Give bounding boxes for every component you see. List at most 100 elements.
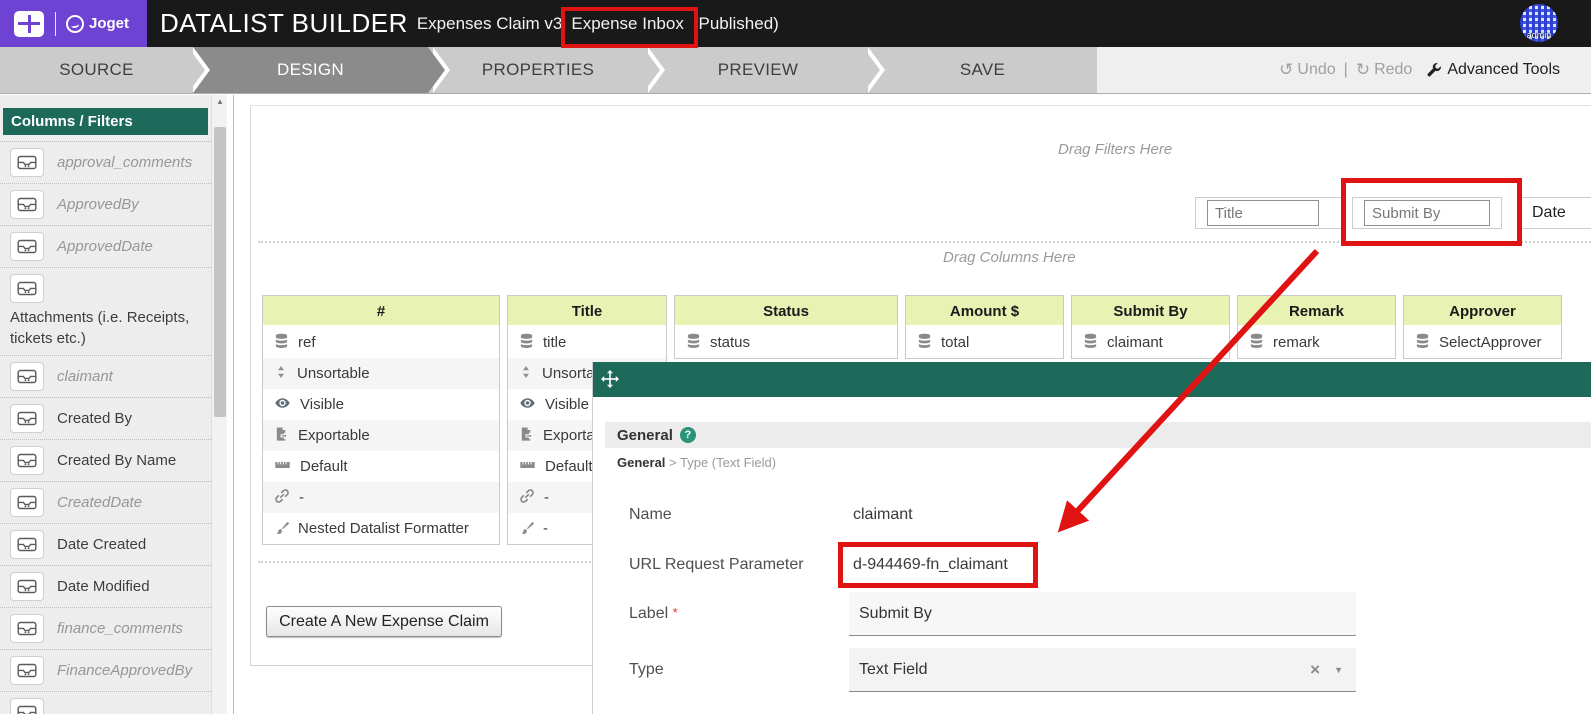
column-property-label: ref (298, 334, 316, 351)
sidebar-canvas-divider (233, 95, 234, 714)
column-property-row[interactable]: claimant (1072, 327, 1229, 358)
avatar[interactable]: admin (1520, 4, 1558, 42)
database-icon (274, 333, 289, 353)
undo-button[interactable]: ↺ Undo (1279, 60, 1336, 80)
column-property-row[interactable]: SelectApprover (1404, 327, 1561, 358)
database-icon (1249, 333, 1264, 353)
sidebar-item-attachments-i-e-receipts-tickets-etc[interactable]: Attachments (i.e. Receipts, tickets etc.… (0, 267, 211, 355)
sidebar-item-createddate[interactable]: CreatedDate (0, 481, 211, 523)
tab-design[interactable]: DESIGN (193, 47, 428, 93)
column-header[interactable]: Status (675, 296, 897, 327)
filter-input-title[interactable] (1207, 200, 1319, 226)
sidebar-item-approveddate[interactable]: ApprovedDate (0, 225, 211, 267)
filter-cell-title (1195, 197, 1342, 229)
undo-icon: ↺ (1279, 60, 1293, 80)
sidebar-scrollbar[interactable]: ▲ (211, 95, 227, 714)
app-grid-icon[interactable] (14, 11, 44, 37)
sidebar-item-label: finance_comments (57, 614, 183, 639)
move-icon[interactable] (601, 370, 619, 388)
column-header[interactable]: Amount $ (906, 296, 1063, 327)
ruler-icon (274, 457, 291, 477)
scroll-up-icon[interactable]: ▲ (212, 97, 228, 106)
column-property-row[interactable]: remark (1238, 327, 1395, 358)
link-icon (274, 488, 290, 508)
column-property-label: Default (300, 458, 348, 475)
column-property-row[interactable]: Nested Datalist Formatter (263, 513, 499, 544)
sidebar-item-approvedby[interactable]: ApprovedBy (0, 183, 211, 225)
breadcrumb-root: General (617, 455, 665, 470)
dialog-header[interactable] (593, 362, 1591, 397)
chevron-down-icon[interactable]: ▼ (1334, 665, 1343, 675)
sidebar-item-created-by-name[interactable]: Created By Name (0, 439, 211, 481)
sidebar-item-created-by[interactable]: Created By (0, 397, 211, 439)
sidebar-item-label: approval_comments (57, 148, 192, 173)
link-icon (519, 488, 535, 508)
column-property-row[interactable]: Visible (263, 389, 499, 420)
advanced-tools-label: Advanced Tools (1447, 61, 1560, 79)
column-property-label: - (299, 489, 304, 506)
help-icon[interactable]: ? (680, 427, 696, 443)
dialog-section-header: General ? (605, 422, 1591, 448)
sidebar-item-label: claimant (57, 362, 113, 387)
sidebar-item-date-created[interactable]: Date Created (0, 523, 211, 565)
drawer-icon (10, 572, 44, 601)
column-header[interactable]: # (263, 296, 499, 327)
wrench-icon (1426, 62, 1442, 78)
column-property-label: SelectApprover (1439, 334, 1542, 351)
name-field-label: Name (629, 506, 672, 524)
sidebar-item-finance-comments[interactable]: finance_comments (0, 607, 211, 649)
redo-button[interactable]: ↻ Redo (1356, 60, 1413, 80)
filter-input-submit-by[interactable] (1364, 200, 1490, 226)
redo-label: Redo (1374, 61, 1412, 79)
drawer-icon (10, 232, 44, 261)
drag-columns-hint: Drag Columns Here (943, 249, 1076, 266)
sidebar-item-label: Created By Name (57, 446, 176, 471)
label-input[interactable] (849, 592, 1356, 636)
column-property-row[interactable]: Exportable (263, 420, 499, 451)
database-icon (519, 333, 534, 353)
drawer-icon (10, 274, 44, 303)
url-param-label: URL Request Parameter (629, 556, 804, 574)
drawer-icon (10, 698, 44, 714)
sidebar-item-date-modified[interactable]: Date Modified (0, 565, 211, 607)
tab-preview[interactable]: PREVIEW (648, 47, 868, 93)
column-header[interactable]: Submit By (1072, 296, 1229, 327)
eye-icon (519, 395, 536, 415)
label-text: Label (629, 605, 668, 622)
column-property-row[interactable]: ref (263, 327, 499, 358)
column-property-row[interactable]: - (263, 482, 499, 513)
tab-save[interactable]: SAVE (868, 47, 1097, 93)
column-property-label: Visible (300, 396, 344, 413)
column-header[interactable]: Remark (1238, 296, 1395, 327)
datalist-builder-screen: Joget DATALIST BUILDER Expenses Claim v3… (0, 0, 1591, 714)
column-header[interactable]: Title (508, 296, 666, 327)
column-property-row[interactable]: Unsortable (263, 358, 499, 389)
advanced-tools-button[interactable]: Advanced Tools (1426, 61, 1560, 79)
app-center-block[interactable]: Joget (0, 0, 147, 47)
ruler-icon (519, 457, 536, 477)
create-new-expense-claim-button[interactable]: Create A New Expense Claim (266, 606, 502, 637)
drawer-icon (10, 404, 44, 433)
sidebar-item-financeapprovedby[interactable]: FinanceApprovedBy (0, 649, 211, 691)
database-icon (686, 333, 701, 353)
sidebar-item-approval-comments[interactable]: approval_comments (0, 141, 211, 183)
tab-properties[interactable]: PROPERTIES (428, 47, 648, 93)
column-property-row[interactable]: Default (263, 451, 499, 482)
column-property-row[interactable]: title (508, 327, 666, 358)
tab-source[interactable]: SOURCE (0, 47, 193, 93)
sidebar-item-partial[interactable] (0, 691, 211, 714)
scrollbar-thumb[interactable] (214, 127, 226, 417)
column-property-label: Exportable (298, 427, 370, 444)
type-select[interactable]: Text Field × ▼ (849, 648, 1356, 692)
column-property-label: Default (545, 458, 593, 475)
column-property-row[interactable]: status (675, 327, 897, 358)
column-header[interactable]: Approver (1404, 296, 1561, 327)
column-property-label: Visible (545, 396, 589, 413)
clear-icon[interactable]: × (1310, 660, 1320, 680)
column-card-approver: Approver SelectApprover (1403, 295, 1562, 359)
drawer-icon (10, 614, 44, 643)
column-property-row[interactable]: total (906, 327, 1063, 358)
sidebar-item-claimant[interactable]: claimant (0, 355, 211, 397)
app-name: Expenses Claim v3 (417, 14, 563, 34)
joget-logo-text: Joget (89, 15, 129, 32)
